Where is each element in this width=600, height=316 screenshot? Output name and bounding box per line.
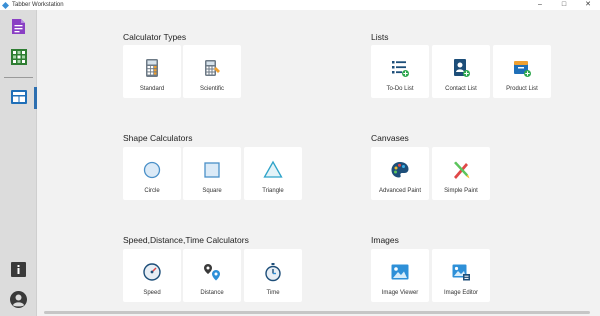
maximize-button[interactable]: □ [552,0,576,10]
card-simple-paint[interactable]: Simple Paint [432,147,490,200]
distance-pin-icon [204,264,220,281]
user-avatar-icon [10,291,27,308]
spreadsheet-icon [10,48,27,65]
section-title-calculator-types: Calculator Types [123,32,187,42]
card-triangle[interactable]: Triangle [244,147,302,200]
scientific-calculator-icon [205,60,220,76]
sidebar-divider [4,77,33,78]
card-label: Scientific [199,86,224,92]
card-label: Square [202,188,222,194]
card-label: Advanced Paint [378,188,422,194]
paint-tools-icon [454,161,470,179]
card-label: Standard [139,86,165,92]
window-title: Tabber Workstation [12,2,64,8]
todo-list-icon [392,61,409,77]
card-label: Image Viewer [381,290,419,296]
stopwatch-icon [265,263,281,282]
minimize-button[interactable]: – [528,0,552,10]
section-title-canvases: Canvases [371,133,409,143]
card-speed[interactable]: Speed [123,249,181,302]
window-controls: – □ ✕ [528,0,600,10]
product-list-icon [514,61,531,77]
horizontal-scrollbar[interactable] [44,311,590,314]
card-standard-calculator[interactable]: Standard [123,45,181,98]
card-contact-list[interactable]: Contact List [432,45,490,98]
calculator-icon [146,59,158,77]
card-square[interactable]: Square [183,147,241,200]
card-image-editor[interactable]: Image Editor [432,249,490,302]
sidebar-active-indicator [34,87,37,109]
image-editor-icon [452,264,470,281]
sidebar-item-user[interactable] [9,290,28,309]
close-button[interactable]: ✕ [576,0,600,10]
info-icon [11,262,26,277]
card-label: Contact List [445,86,477,92]
app-logo-icon [2,1,9,9]
card-label: Distance [200,290,224,296]
speedometer-icon [143,263,161,281]
card-todo-list[interactable]: To-Do List [371,45,429,98]
card-label: Triangle [262,188,284,194]
contact-list-icon [454,59,470,77]
card-advanced-paint[interactable]: Advanced Paint [371,147,429,200]
triangle-icon [263,160,283,178]
image-viewer-icon [391,264,409,280]
square-icon [204,162,220,178]
card-label: Image Editor [443,290,479,296]
card-image-viewer[interactable]: Image Viewer [371,249,429,302]
section-title-images: Images [371,235,399,245]
card-time[interactable]: Time [244,249,302,302]
palette-icon [391,162,409,178]
section-title-lists: Lists [371,32,389,42]
sidebar [0,10,37,316]
notes-icon [12,19,25,34]
sidebar-item-notes[interactable] [9,17,28,36]
card-distance[interactable]: Distance [183,249,241,302]
sidebar-item-dashboard[interactable] [9,87,28,106]
card-scientific-calculator[interactable]: Scientific [183,45,241,98]
sidebar-item-info[interactable] [9,260,28,279]
sidebar-item-spreadsheet[interactable] [9,47,28,66]
card-label: Speed [143,290,161,296]
card-label: To-Do List [386,86,414,92]
title-bar: Tabber Workstation – □ ✕ [0,0,600,10]
card-circle[interactable]: Circle [123,147,181,200]
card-label: Product List [506,86,538,92]
card-label: Circle [144,188,160,194]
card-label: Time [266,290,280,296]
card-label: Simple Paint [444,188,478,194]
dashboard-icon [10,89,27,104]
card-product-list[interactable]: Product List [493,45,551,98]
section-title-speed-distance-time: Speed,Distance,Time Calculators [123,235,249,245]
section-title-shape-calculators: Shape Calculators [123,133,193,143]
circle-icon [143,161,161,179]
